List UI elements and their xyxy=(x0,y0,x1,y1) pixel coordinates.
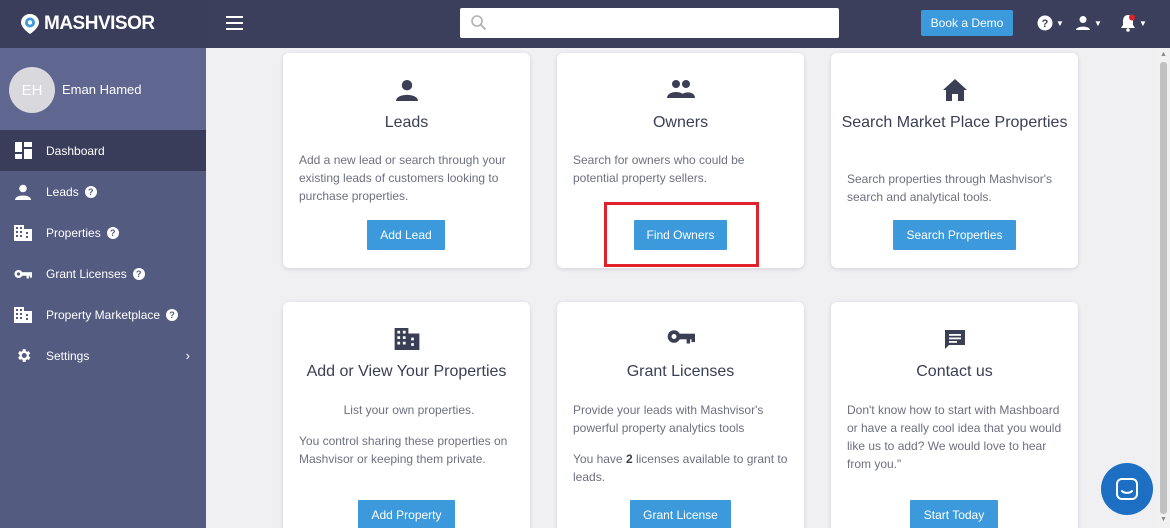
card-description: Search properties through Mashvisor's se… xyxy=(847,172,1053,204)
sidebar-item-label: Properties xyxy=(46,225,101,240)
scroll-down-icon[interactable]: ▼ xyxy=(1160,516,1167,523)
user-profile[interactable]: EH Eman Hamed xyxy=(0,48,206,130)
sidebar-item-leads[interactable]: Leads ? xyxy=(0,171,206,212)
help-icon[interactable]: ? xyxy=(106,226,119,239)
card-description: Provide your leads with Mashvisor's powe… xyxy=(573,403,764,435)
person-icon xyxy=(14,183,32,201)
card-title: Leads xyxy=(384,114,429,131)
dashboard-icon xyxy=(14,142,32,160)
sidebar-item-dashboard[interactable]: Dashboard xyxy=(0,130,206,171)
card-title: Search Market Place Properties xyxy=(841,114,1068,131)
help-icon[interactable]: ? xyxy=(84,185,97,198)
card-description: Search for owners who could be potential… xyxy=(573,153,745,185)
search-market-place-card: Search Market Place Properties Search pr… xyxy=(831,53,1078,268)
notifications-menu[interactable]: ▼ xyxy=(1120,13,1147,33)
brand-logo[interactable]: MASHVISOR xyxy=(0,0,206,48)
sidebar-item-label: Dashboard xyxy=(46,143,105,158)
sidebar-item-label: Grant Licenses xyxy=(46,266,127,281)
sidebar-item-label: Settings xyxy=(46,348,90,363)
scrollbar[interactable]: ▲ ▼ xyxy=(1157,48,1170,528)
chevron-right-icon: › xyxy=(185,348,190,363)
license-count: 2 xyxy=(625,452,633,466)
chat-widget-icon xyxy=(1116,478,1138,500)
avatar: EH xyxy=(9,67,55,113)
card-description: You control sharing these properties on … xyxy=(299,434,508,466)
gear-icon xyxy=(14,347,32,365)
help-icon[interactable]: ? xyxy=(166,308,179,321)
key-icon xyxy=(557,328,804,345)
card-description: List your own properties. xyxy=(343,403,475,417)
card-title: Grant Licenses xyxy=(626,363,735,380)
user-name: Eman Hamed xyxy=(62,82,142,97)
grant-licenses-card: Grant Licenses Provide your leads with M… xyxy=(557,302,804,528)
top-bar: MASHVISOR Book a Demo ? ▼ ▼ ▼ xyxy=(0,0,1170,48)
add-property-button[interactable]: Add Property xyxy=(358,500,455,528)
search-icon xyxy=(471,15,487,31)
license-count-text: You have 2 licenses available to grant t… xyxy=(573,450,793,486)
sidebar-item-property-marketplace[interactable]: Property Marketplace ? xyxy=(0,294,206,335)
card-title: Add or View Your Properties xyxy=(306,363,507,380)
scroll-up-icon[interactable]: ▲ xyxy=(1160,51,1167,58)
help-icon[interactable]: ? xyxy=(132,267,145,280)
sidebar-item-properties[interactable]: Properties ? xyxy=(0,212,206,253)
map-pin-logo-icon xyxy=(21,14,39,34)
help-menu[interactable]: ? ▼ xyxy=(1037,13,1064,33)
menu-toggle-icon[interactable] xyxy=(226,16,243,30)
user-menu[interactable]: ▼ xyxy=(1075,13,1102,33)
search-input[interactable] xyxy=(496,12,826,34)
key-icon xyxy=(14,265,32,283)
your-properties-card: Add or View Your Properties List your ow… xyxy=(283,302,530,528)
building-icon xyxy=(283,328,530,350)
sidebar-item-grant-licenses[interactable]: Grant Licenses ? xyxy=(0,253,206,294)
card-title: Contact us xyxy=(916,363,993,380)
book-demo-button[interactable]: Book a Demo xyxy=(921,10,1013,36)
find-owners-highlight-box xyxy=(604,202,759,267)
contact-us-card: Contact us Don't know how to start with … xyxy=(831,302,1078,528)
start-today-button[interactable]: Start Today xyxy=(910,500,998,528)
sidebar-item-label: Property Marketplace xyxy=(46,307,161,322)
svg-text:?: ? xyxy=(1042,18,1049,30)
sidebar-item-label: Leads xyxy=(46,184,79,199)
notification-bell-icon xyxy=(1121,14,1135,32)
help-icon: ? xyxy=(1037,15,1053,31)
card-title: Owners xyxy=(652,114,709,131)
license-text-prefix: You have xyxy=(573,452,626,466)
sidebar-item-settings[interactable]: Settings › xyxy=(0,335,206,376)
chevron-down-icon: ▼ xyxy=(1056,18,1064,28)
person-icon xyxy=(283,79,530,101)
chat-widget-button[interactable] xyxy=(1101,463,1153,515)
search-bar[interactable] xyxy=(460,8,839,38)
user-icon xyxy=(1076,16,1090,30)
chat-message-icon xyxy=(831,328,1078,352)
brand-name: MASHVISOR xyxy=(44,13,155,34)
search-properties-button[interactable]: Search Properties xyxy=(893,220,1016,250)
scrollbar-thumb[interactable] xyxy=(1160,62,1167,514)
people-icon xyxy=(557,79,804,99)
add-lead-button[interactable]: Add Lead xyxy=(367,220,445,250)
sidebar: EH Eman Hamed Dashboard Leads ? Properti… xyxy=(0,48,206,528)
building-icon xyxy=(14,224,32,242)
grant-license-button[interactable]: Grant License xyxy=(630,500,731,528)
chevron-down-icon: ▼ xyxy=(1139,18,1147,28)
chevron-down-icon: ▼ xyxy=(1094,18,1102,28)
card-description: Don't know how to start with Mashboard o… xyxy=(847,403,1062,471)
leads-card: Leads Add a new lead or search through y… xyxy=(283,53,530,268)
card-description: Add a new lead or search through your ex… xyxy=(299,153,506,203)
building-icon xyxy=(14,306,32,324)
home-icon xyxy=(831,79,1078,101)
